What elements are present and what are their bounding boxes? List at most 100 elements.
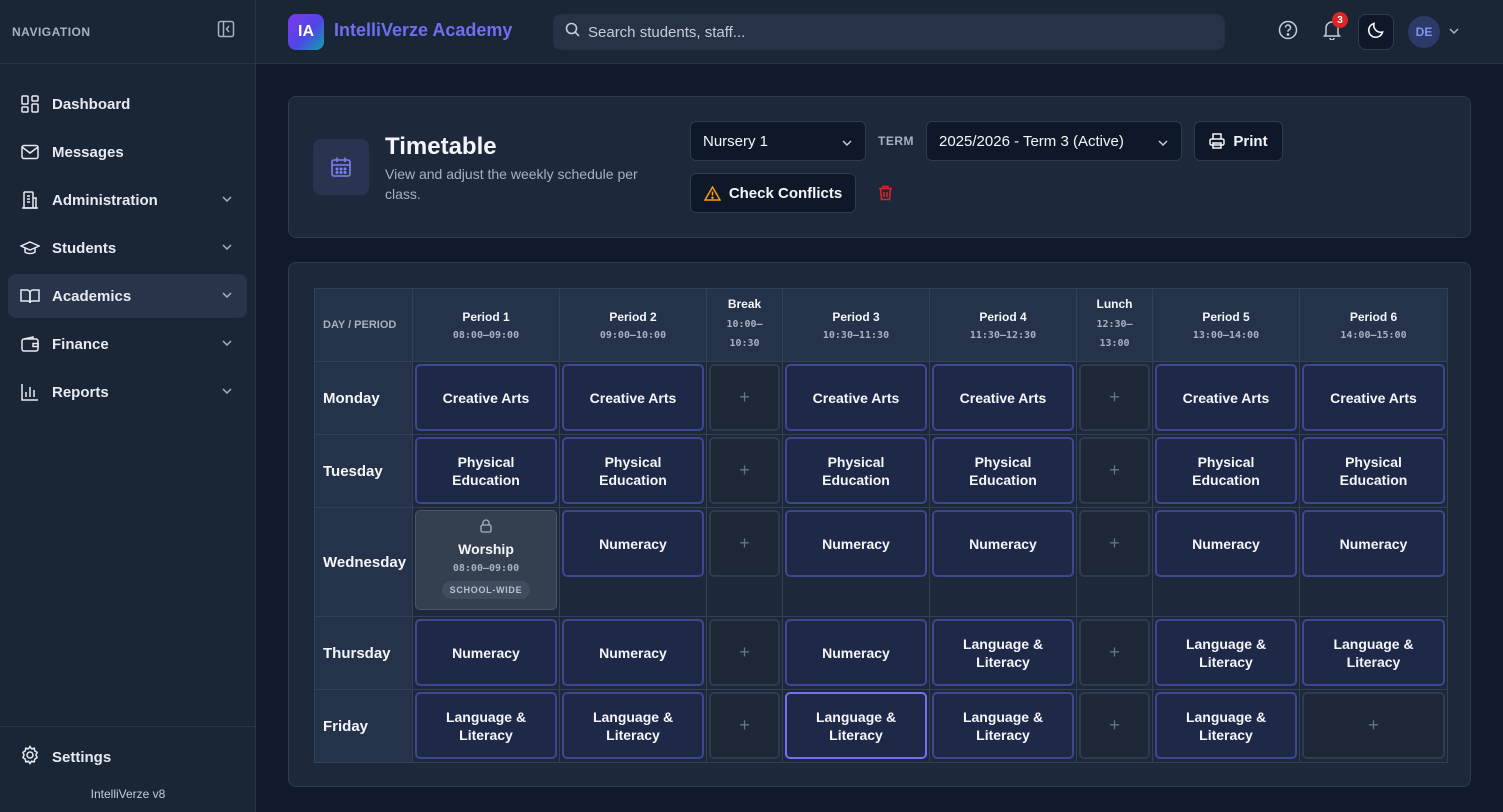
search-bar[interactable] <box>553 14 1225 50</box>
column-header-period-1: Period 1 08:00–09:00 <box>412 288 560 362</box>
lesson-slot[interactable]: Physical Education <box>1155 437 1297 504</box>
add-slot-button[interactable]: + <box>709 619 780 686</box>
printer-icon <box>1209 133 1226 149</box>
lesson-slot[interactable]: Physical Education <box>562 437 704 504</box>
lesson-slot[interactable]: Creative Arts <box>415 364 557 431</box>
notifications-button[interactable]: 3 <box>1314 12 1350 50</box>
calendar-icon <box>313 139 369 195</box>
table-row: Thursday Numeracy Numeracy + Numeracy La… <box>314 616 1448 690</box>
sidebar-item-reports[interactable]: Reports <box>8 370 247 414</box>
help-button[interactable] <box>1270 14 1306 50</box>
sidebar-title: NAVIGATION <box>12 24 91 39</box>
lesson-slot[interactable]: Numeracy <box>1155 510 1297 577</box>
search-icon <box>565 22 580 42</box>
chevron-down-icon <box>221 240 233 257</box>
lesson-slot[interactable]: Physical Education <box>415 437 557 504</box>
add-slot-button[interactable]: + <box>1079 619 1150 686</box>
settings-label: Settings <box>52 748 112 766</box>
sidebar-item-label: Academics <box>52 287 132 305</box>
brand-name[interactable]: IntelliVerze Academy <box>334 20 512 41</box>
lesson-slot[interactable]: Physical Education <box>932 437 1074 504</box>
lesson-slot[interactable]: Language & Literacy <box>1155 619 1297 686</box>
logo[interactable]: IA <box>288 14 324 50</box>
sidebar-footer: Settings IntelliVerze v8 <box>0 726 256 812</box>
lesson-slot[interactable]: Physical Education <box>1302 437 1445 504</box>
day-label: Monday <box>314 361 413 435</box>
check-conflicts-label: Check Conflicts <box>728 184 843 202</box>
sidebar-item-finance[interactable]: Finance <box>8 322 247 366</box>
lesson-slot[interactable]: Numeracy <box>932 510 1074 577</box>
lesson-slot[interactable]: Creative Arts <box>785 364 927 431</box>
theme-toggle-button[interactable] <box>1358 14 1394 50</box>
lesson-slot[interactable]: Creative Arts <box>1155 364 1297 431</box>
lesson-slot[interactable]: Physical Education <box>785 437 927 504</box>
sidebar-item-academics[interactable]: Academics <box>8 274 247 318</box>
locked-event-slot[interactable]: Worship 08:00–09:00 SCHOOL-WIDE <box>415 510 557 610</box>
lesson-slot[interactable]: Language & Literacy <box>1302 619 1445 686</box>
add-slot-button[interactable]: + <box>1079 510 1150 577</box>
lesson-slot[interactable]: Language & Literacy <box>415 692 557 759</box>
lesson-slot[interactable]: Language & Literacy <box>562 692 704 759</box>
wallet-icon <box>20 334 40 354</box>
sidebar-item-settings[interactable]: Settings <box>0 727 256 787</box>
add-slot-button[interactable]: + <box>1079 437 1150 504</box>
sidebar-item-students[interactable]: Students <box>8 226 247 270</box>
column-header-break: Break 10:00– 10:30 <box>706 288 783 362</box>
add-slot-button[interactable]: + <box>709 437 780 504</box>
app-version: IntelliVerze v8 <box>90 787 166 801</box>
lesson-slot[interactable]: Creative Arts <box>1302 364 1445 431</box>
class-select[interactable]: Nursery 1 <box>690 121 866 161</box>
lesson-slot[interactable]: Numeracy <box>562 510 704 577</box>
lesson-slot[interactable]: Creative Arts <box>932 364 1074 431</box>
school-wide-badge: SCHOOL-WIDE <box>441 581 531 599</box>
add-slot-button[interactable]: + <box>1079 692 1150 759</box>
sidebar-item-messages[interactable]: Messages <box>8 130 247 174</box>
event-time: 08:00–09:00 <box>452 563 520 574</box>
avatar[interactable]: DE <box>1408 16 1440 48</box>
term-label: TERM <box>878 134 914 148</box>
table-row: Friday Language & Literacy Language & Li… <box>314 689 1448 763</box>
lesson-slot[interactable]: Creative Arts <box>562 364 704 431</box>
add-slot-button[interactable]: + <box>709 364 780 431</box>
page-title: Timetable <box>385 133 497 160</box>
day-label: Tuesday <box>314 434 413 508</box>
sidebar-item-label: Reports <box>52 383 109 401</box>
check-conflicts-button[interactable]: Check Conflicts <box>690 173 856 213</box>
add-slot-button[interactable]: + <box>709 692 780 759</box>
timetable-card: DAY / PERIOD Period 1 08:00–09:00 Period … <box>288 262 1471 787</box>
add-slot-button[interactable]: + <box>1302 692 1445 759</box>
lesson-slot[interactable]: Language & Literacy <box>1155 692 1297 759</box>
collapse-sidebar-icon[interactable] <box>217 20 235 43</box>
sidebar: NAVIGATION Dashboard Messages Administra… <box>0 0 256 812</box>
moon-icon <box>1367 21 1385 44</box>
chevron-down-icon <box>1157 136 1169 153</box>
add-slot-button[interactable]: + <box>709 510 780 577</box>
dashboard-icon <box>20 94 40 114</box>
lesson-slot-selected[interactable]: Language & Literacy <box>785 692 927 759</box>
trash-icon[interactable] <box>878 185 893 206</box>
sidebar-item-administration[interactable]: Administration <box>8 178 247 222</box>
print-label: Print <box>1233 132 1268 150</box>
lesson-slot[interactable]: Numeracy <box>785 619 927 686</box>
term-select[interactable]: 2025/2026 - Term 3 (Active) <box>926 121 1182 161</box>
chevron-down-icon <box>221 336 233 353</box>
sidebar-item-dashboard[interactable]: Dashboard <box>8 82 247 126</box>
warning-icon <box>703 185 721 201</box>
chevron-down-icon[interactable] <box>1448 24 1460 42</box>
lesson-slot[interactable]: Language & Literacy <box>932 619 1074 686</box>
lesson-slot[interactable]: Language & Literacy <box>932 692 1074 759</box>
search-input[interactable] <box>588 23 1188 41</box>
lesson-slot[interactable]: Numeracy <box>562 619 704 686</box>
chevron-down-icon <box>221 192 233 209</box>
event-title: Worship <box>458 541 514 557</box>
print-button[interactable]: Print <box>1194 121 1283 161</box>
term-select-value: 2025/2026 - Term 3 (Active) <box>939 132 1124 150</box>
mail-icon <box>20 142 40 162</box>
lesson-slot[interactable]: Numeracy <box>785 510 927 577</box>
chevron-down-icon <box>841 136 853 153</box>
sidebar-item-label: Administration <box>52 191 158 209</box>
lesson-slot[interactable]: Numeracy <box>415 619 557 686</box>
column-header-period-5: Period 5 13:00–14:00 <box>1152 288 1300 362</box>
add-slot-button[interactable]: + <box>1079 364 1150 431</box>
lesson-slot[interactable]: Numeracy <box>1302 510 1445 577</box>
